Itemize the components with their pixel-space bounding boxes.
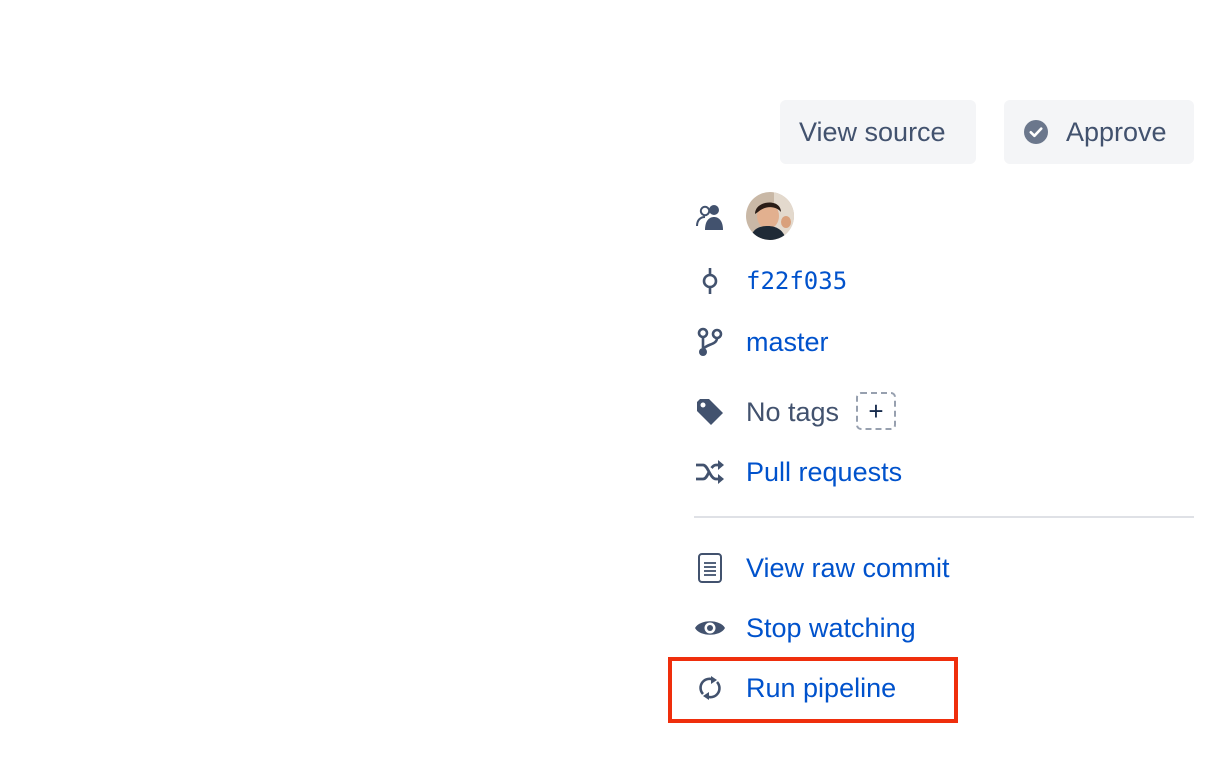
participants-row <box>694 192 794 240</box>
participants-icon <box>694 200 726 232</box>
tag-icon <box>694 396 726 428</box>
view-source-label: View source <box>799 116 946 147</box>
commit-hash-link[interactable]: f22f035 <box>746 261 847 301</box>
document-icon <box>694 552 726 584</box>
branch-row: master <box>694 322 829 362</box>
branch-link[interactable]: master <box>746 322 829 362</box>
stop-watching-link[interactable]: Stop watching <box>746 608 916 648</box>
stop-watching-row[interactable]: Stop watching <box>694 608 916 648</box>
no-tags-label: No tags <box>746 397 840 427</box>
commit-hash-row: f22f035 <box>694 261 847 301</box>
eye-icon <box>694 612 726 644</box>
commit-icon <box>694 265 726 297</box>
approve-label: Approve <box>1066 116 1167 147</box>
branch-icon <box>694 326 726 358</box>
tags-row: No tags + <box>694 392 896 432</box>
plus-icon: + <box>868 395 884 426</box>
add-tag-button[interactable]: + <box>856 392 896 430</box>
shuffle-icon <box>694 456 726 488</box>
avatar[interactable] <box>746 192 794 240</box>
divider <box>694 516 1194 518</box>
check-circle-icon <box>1024 120 1048 144</box>
pull-requests-link[interactable]: Pull requests <box>746 452 902 492</box>
approve-button[interactable]: Approve <box>1004 100 1194 164</box>
view-source-button[interactable]: View source <box>780 100 976 164</box>
highlight-box <box>668 657 958 723</box>
view-raw-commit-row[interactable]: View raw commit <box>694 548 950 588</box>
view-raw-commit-link[interactable]: View raw commit <box>746 548 950 588</box>
pull-requests-row: Pull requests <box>694 452 902 492</box>
